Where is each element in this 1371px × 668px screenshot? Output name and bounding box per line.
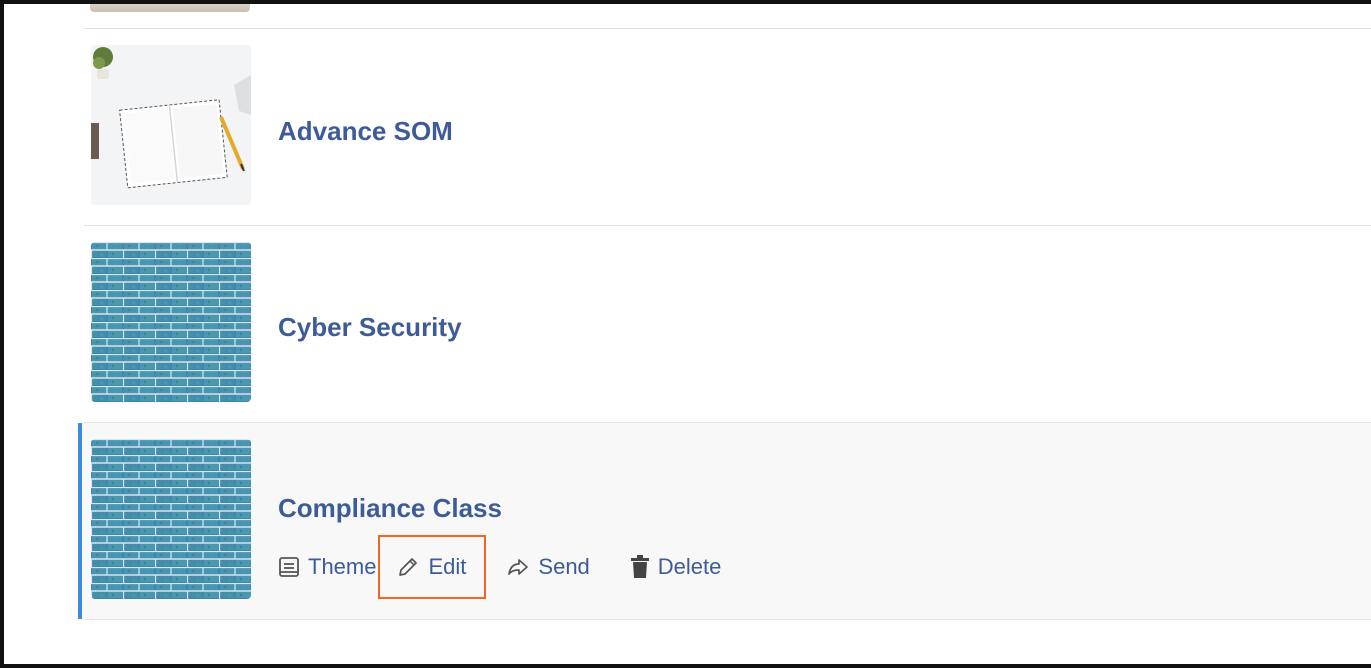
list-item-cyber-security[interactable]: Cyber Security [78, 226, 1371, 422]
app-frame: Advance SOM Cyber Security Compliance Cl… [0, 0, 1371, 668]
course-title[interactable]: Compliance Class [278, 493, 502, 524]
course-list: Advance SOM Cyber Security Compliance Cl… [78, 4, 1371, 624]
delete-button[interactable]: Delete [630, 554, 722, 580]
send-label: Send [538, 554, 590, 579]
previous-item-thumbnail [90, 4, 250, 12]
course-title[interactable]: Cyber Security [278, 312, 462, 343]
delete-label: Delete [657, 554, 722, 579]
course-thumbnail [91, 45, 251, 205]
list-item-advance-som[interactable]: Advance SOM [78, 29, 1371, 225]
edit-label: Edit [428, 554, 467, 579]
theme-button[interactable]: Theme [278, 554, 376, 580]
course-thumbnail [91, 242, 251, 402]
send-button[interactable]: Send [506, 554, 590, 580]
course-thumbnail [91, 439, 251, 599]
theme-icon [278, 556, 300, 578]
divider [84, 619, 1371, 620]
item-actions: Theme Edit Send Delete [278, 535, 722, 599]
course-title[interactable]: Advance SOM [278, 116, 453, 147]
theme-label: Theme [308, 554, 377, 579]
list-item-compliance-class[interactable]: Compliance Class Theme Edit Send Delete [78, 423, 1371, 619]
edit-button[interactable]: Edit [378, 535, 487, 599]
trash-icon [630, 555, 650, 579]
share-arrow-icon [506, 556, 530, 578]
pencil-icon [396, 555, 420, 579]
